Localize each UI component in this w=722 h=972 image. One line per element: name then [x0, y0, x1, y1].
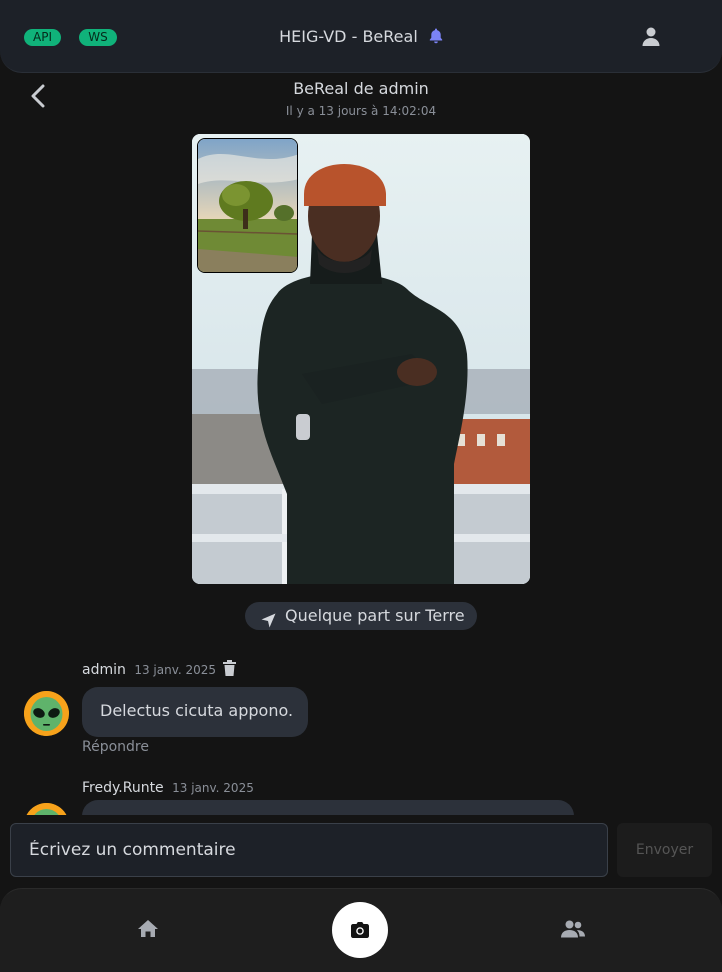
comment-input[interactable] [10, 823, 608, 877]
post-title: BeReal de admin [293, 79, 429, 98]
user-icon[interactable] [642, 27, 660, 50]
reply-link[interactable]: Répondre [82, 739, 149, 755]
navigation-arrow-icon [261, 609, 276, 637]
home-icon[interactable] [137, 919, 159, 942]
comment-author[interactable]: Fredy.Runte [82, 780, 164, 796]
app-title-text: HEIG-VD - BeReal [279, 27, 418, 46]
camera-icon [351, 922, 369, 938]
post-timestamp: Il y a 13 jours à 14:02:04 [285, 104, 437, 118]
trash-icon[interactable] [223, 660, 236, 680]
comment-header: admin 13 janv. 2025 [82, 662, 216, 678]
comment-header: Fredy.Runte 13 janv. 2025 [82, 780, 254, 796]
comment-author[interactable]: admin [82, 662, 126, 678]
front-camera-thumbnail[interactable] [197, 138, 298, 273]
top-header: API WS HEIG-VD - BeReal [0, 0, 722, 73]
location-pill: Quelque part sur Terre [245, 602, 477, 630]
comment-bubble: Delectus cicuta appono. [82, 687, 308, 737]
location-text: Quelque part sur Terre [285, 606, 465, 625]
comment-date: 13 janv. 2025 [172, 781, 254, 795]
bell-icon[interactable] [429, 28, 443, 48]
comment-date: 13 janv. 2025 [134, 663, 217, 677]
avatar[interactable] [24, 691, 69, 736]
send-button[interactable]: Envoyer [617, 823, 712, 877]
app-title: HEIG-VD - BeReal [0, 27, 722, 48]
bottom-nav [0, 888, 722, 972]
camera-button[interactable] [332, 902, 388, 958]
alien-avatar-icon [24, 691, 69, 736]
friends-icon[interactable] [561, 920, 585, 942]
